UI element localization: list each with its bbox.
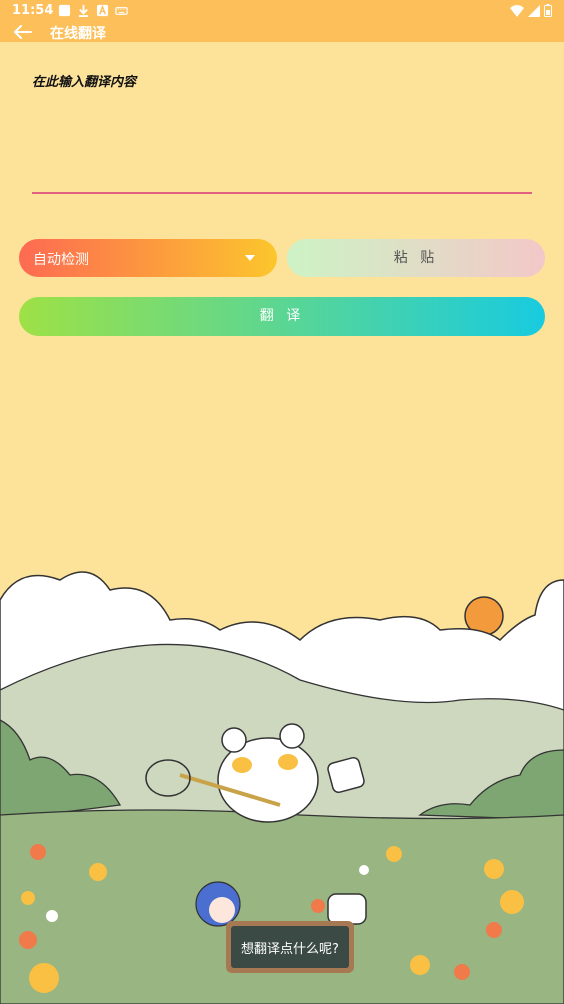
status-time: 11:54 (12, 3, 54, 18)
translate-button[interactable]: 翻 译 (19, 297, 545, 336)
input-placeholder: 在此输入翻译内容 (32, 75, 137, 90)
paste-button-label: 粘 贴 (393, 250, 439, 266)
download-icon (78, 4, 89, 17)
chalkboard-sign: 想翻译点什么呢? (226, 921, 354, 973)
status-icons-right (510, 4, 552, 17)
language-select-value: 自动检测 (33, 252, 89, 268)
girl-character (195, 881, 241, 927)
arrow-left-icon (14, 25, 32, 39)
wifi-icon (510, 4, 524, 17)
gallery-icon (58, 4, 71, 17)
keyboard-icon (115, 7, 128, 15)
language-select[interactable]: 自动检测 (19, 239, 277, 277)
app-bar: 在线翻译 (0, 22, 564, 42)
status-bar: 11:54 (0, 0, 564, 22)
back-button[interactable] (10, 22, 36, 42)
cat-character (217, 723, 319, 823)
signal-icon (528, 4, 540, 17)
grass-field (0, 809, 564, 1004)
translation-input[interactable]: 在此输入翻译内容 (32, 60, 532, 194)
sign-text: 想翻译点什么呢? (241, 941, 339, 957)
page-title: 在线翻译 (50, 26, 106, 42)
battery-icon (544, 4, 552, 17)
paste-button[interactable]: 粘 贴 (287, 239, 545, 277)
caret-down-icon (245, 255, 255, 261)
chalkboard: 想翻译点什么呢? (231, 926, 349, 968)
translate-button-label: 翻 译 (259, 308, 305, 324)
tv-mascot (327, 893, 367, 925)
a-icon (96, 4, 109, 17)
status-icons-left (58, 4, 128, 17)
